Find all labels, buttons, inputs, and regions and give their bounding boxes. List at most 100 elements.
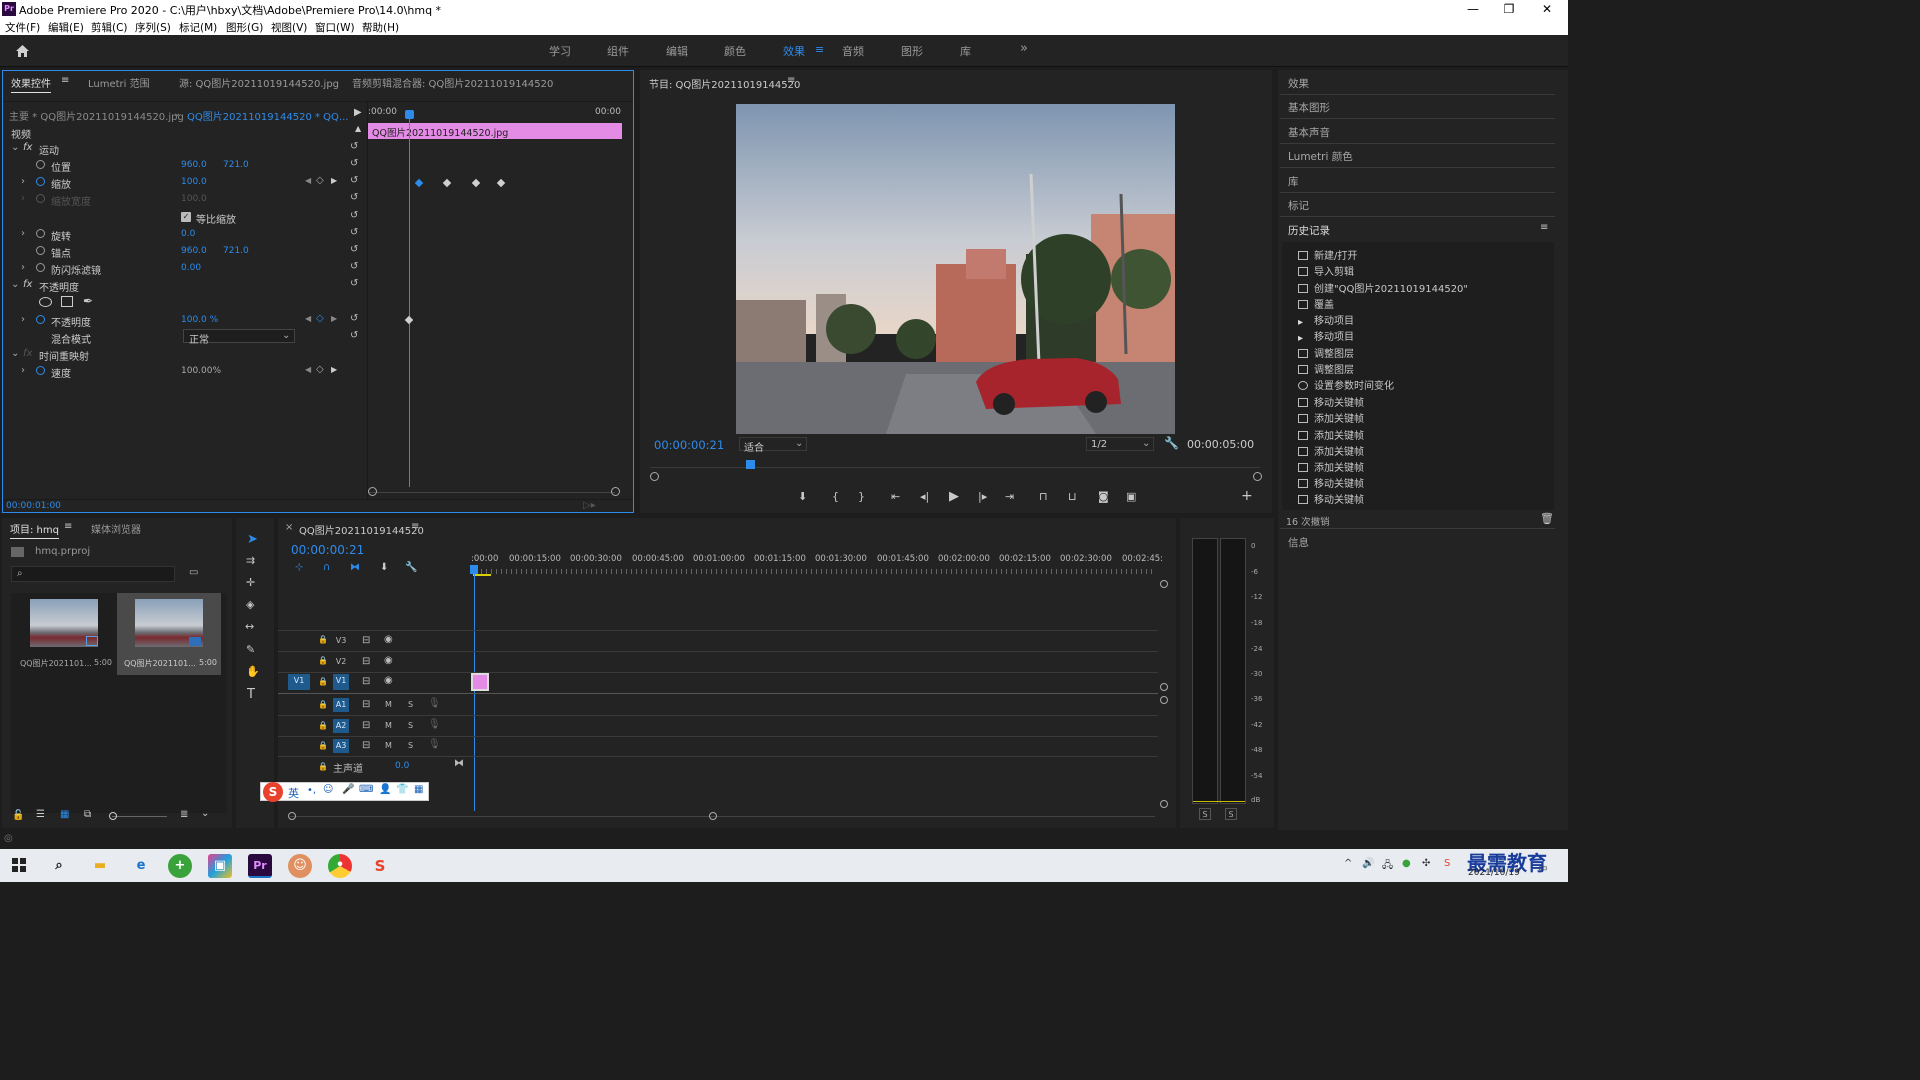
timeline-h-scrollbar[interactable] [290, 816, 1155, 817]
next-keyframe-icon[interactable]: ▶ [331, 176, 337, 185]
panel-menu-icon[interactable]: ≡ [411, 521, 419, 532]
tab-audio-clip-mixer[interactable]: 音频剪辑混合器: QQ图片20211019144520 [352, 75, 553, 90]
app-360-icon[interactable]: + [168, 854, 192, 878]
microphone-icon[interactable]: 🎙 [428, 719, 441, 730]
emoji-icon[interactable]: ☺ [323, 784, 333, 795]
prev-keyframe-icon[interactable]: ◀ [305, 176, 311, 185]
workspace-effects[interactable]: 效果 [783, 43, 805, 59]
history-item[interactable]: ▸ 移动项目 [1298, 312, 1354, 328]
history-item[interactable]: 覆盖 [1298, 296, 1334, 311]
track-label-a3[interactable]: A3 [333, 739, 349, 753]
reset-icon[interactable]: ↺ [350, 193, 359, 203]
fx-opacity-badge[interactable]: fx [23, 279, 32, 290]
history-item[interactable]: 新建/打开 [1298, 247, 1357, 262]
snap-icon[interactable]: ∩ [323, 562, 330, 573]
ime-mode-toggle[interactable]: 英 [288, 785, 299, 801]
program-zoom-handle-left[interactable] [650, 472, 659, 481]
nest-toggle-icon[interactable]: ⊹ [295, 562, 303, 573]
zoom-fit-select[interactable]: 适合 ⌄ [739, 437, 807, 454]
chevron-down-icon[interactable]: ⌄ [173, 108, 181, 119]
tray-chevron-icon[interactable]: ^ [1344, 858, 1352, 869]
eye-icon[interactable]: ◉ [384, 675, 393, 686]
program-scrubber[interactable] [650, 467, 1260, 468]
opacity-keyframe[interactable] [404, 315, 414, 325]
h-scroll-handle-right[interactable] [709, 812, 717, 820]
history-item[interactable]: 移动关键帧 [1298, 475, 1364, 490]
workspace-learn[interactable]: 学习 [549, 43, 571, 59]
voice-input-icon[interactable]: 🎤 [342, 784, 354, 795]
extract-button[interactable]: ⊔ [1068, 490, 1077, 503]
meter-solo-right-button[interactable]: S [1225, 808, 1237, 820]
network-icon[interactable]: 🖧 [1382, 858, 1393, 875]
menu-file[interactable]: 文件(F) [5, 20, 40, 35]
track-label-v2[interactable]: V2 [333, 655, 349, 669]
reset-icon[interactable]: ↺ [350, 245, 359, 255]
history-item[interactable]: 调整图层 [1298, 345, 1354, 360]
step-back-button[interactable]: ◂| [920, 490, 929, 503]
lumetri-color-item[interactable]: Lumetri 颜色 [1288, 149, 1353, 164]
timeline-sequence-tab[interactable]: QQ图片20211019144520 [299, 522, 424, 537]
chevron-right-icon[interactable]: › [21, 176, 25, 187]
flicker-value[interactable]: 0.00 [181, 263, 201, 273]
track-select-tool-icon[interactable]: ⇉ [246, 554, 255, 567]
reset-icon[interactable]: ↺ [350, 159, 359, 169]
close-window-button[interactable]: ✕ [1529, 0, 1565, 18]
tab-project[interactable]: 项目: hmq [10, 521, 59, 539]
work-area-bar[interactable] [473, 574, 491, 576]
eye-icon[interactable]: ◉ [384, 634, 393, 645]
reset-icon[interactable]: ↺ [350, 279, 359, 289]
avatar-app-icon[interactable]: ☺ [288, 854, 312, 878]
essential-sound-item[interactable]: 基本声音 [1288, 125, 1330, 140]
prev-keyframe-icon[interactable]: ◀ [305, 365, 311, 374]
history-item[interactable]: 移动关键帧 [1298, 491, 1364, 506]
export-frame-camera-icon[interactable]: ◙ [1098, 490, 1109, 503]
history-item[interactable]: 添加关键帧 [1298, 427, 1364, 442]
play-only-icon[interactable]: ▶ [354, 107, 362, 118]
menu-view[interactable]: 视图(V) [271, 20, 307, 35]
compare-view-button[interactable]: ▣ [1126, 490, 1136, 503]
timeline-close-icon[interactable]: × [285, 522, 293, 533]
ec-clip-bar[interactable]: QQ图片20211019144520.jpg [368, 123, 622, 139]
solo-button[interactable]: S [408, 700, 413, 709]
reset-icon[interactable]: ↺ [350, 176, 359, 186]
v-scroll-handle[interactable] [1160, 580, 1168, 588]
type-tool-icon[interactable]: T [247, 687, 255, 702]
history-item[interactable]: 添加关键帧 [1298, 459, 1364, 474]
ec-zoom-handle-left[interactable] [368, 487, 377, 496]
effects-panel-item[interactable]: 效果 [1288, 76, 1309, 91]
ec-zoom-scrollbar[interactable] [369, 492, 615, 493]
chevron-down-icon[interactable]: ⌄ [11, 279, 19, 290]
timeline-playhead-handle[interactable] [470, 565, 478, 574]
workspace-audio[interactable]: 音频 [842, 43, 864, 59]
track-lock-icon[interactable]: 🔒 [318, 677, 328, 686]
v-scroll-handle[interactable] [1160, 683, 1168, 691]
chevron-right-icon[interactable]: › [21, 228, 25, 239]
sync-lock-icon[interactable]: ⊟ [362, 720, 370, 731]
anchor-y-value[interactable]: 721.0 [223, 246, 249, 256]
blend-mode-select[interactable]: 正常 ⌄ [183, 329, 295, 346]
history-item[interactable]: 添加关键帧 [1298, 443, 1364, 458]
pen-mask-icon[interactable]: ✒ [83, 294, 93, 308]
photo-app-icon[interactable]: ▣ [208, 854, 232, 878]
windows-start-icon[interactable] [12, 858, 26, 872]
freeform-view-icon[interactable]: ⧉ [84, 809, 91, 820]
chevron-right-icon[interactable]: › [21, 262, 25, 273]
history-item[interactable]: 调整图层 [1298, 361, 1354, 376]
chevron-right-icon[interactable]: › [21, 365, 25, 376]
workspace-assembly[interactable]: 组件 [607, 43, 629, 59]
reset-icon[interactable]: ↺ [350, 331, 359, 341]
lift-button[interactable]: ⊓ [1039, 490, 1048, 503]
add-keyframe-icon[interactable]: ◇ [316, 175, 324, 186]
skin-icon[interactable]: 👕 [396, 784, 408, 795]
program-video-frame[interactable] [736, 104, 1175, 434]
anchor-x-value[interactable]: 960.0 [181, 246, 207, 256]
solo-button[interactable]: S [408, 741, 413, 750]
fx-motion-badge[interactable]: fx [23, 142, 32, 153]
sogou-tray-icon[interactable]: S [1444, 858, 1450, 869]
track-label-a1[interactable]: A1 [333, 698, 349, 712]
libraries-item[interactable]: 库 [1288, 174, 1299, 189]
resolution-select[interactable]: 1/2 ⌄ [1086, 437, 1154, 451]
mute-button[interactable]: M [385, 700, 392, 709]
mark-in-button[interactable]: { [832, 490, 839, 503]
tab-source[interactable]: 源: QQ图片20211019144520.jpg [179, 75, 339, 90]
